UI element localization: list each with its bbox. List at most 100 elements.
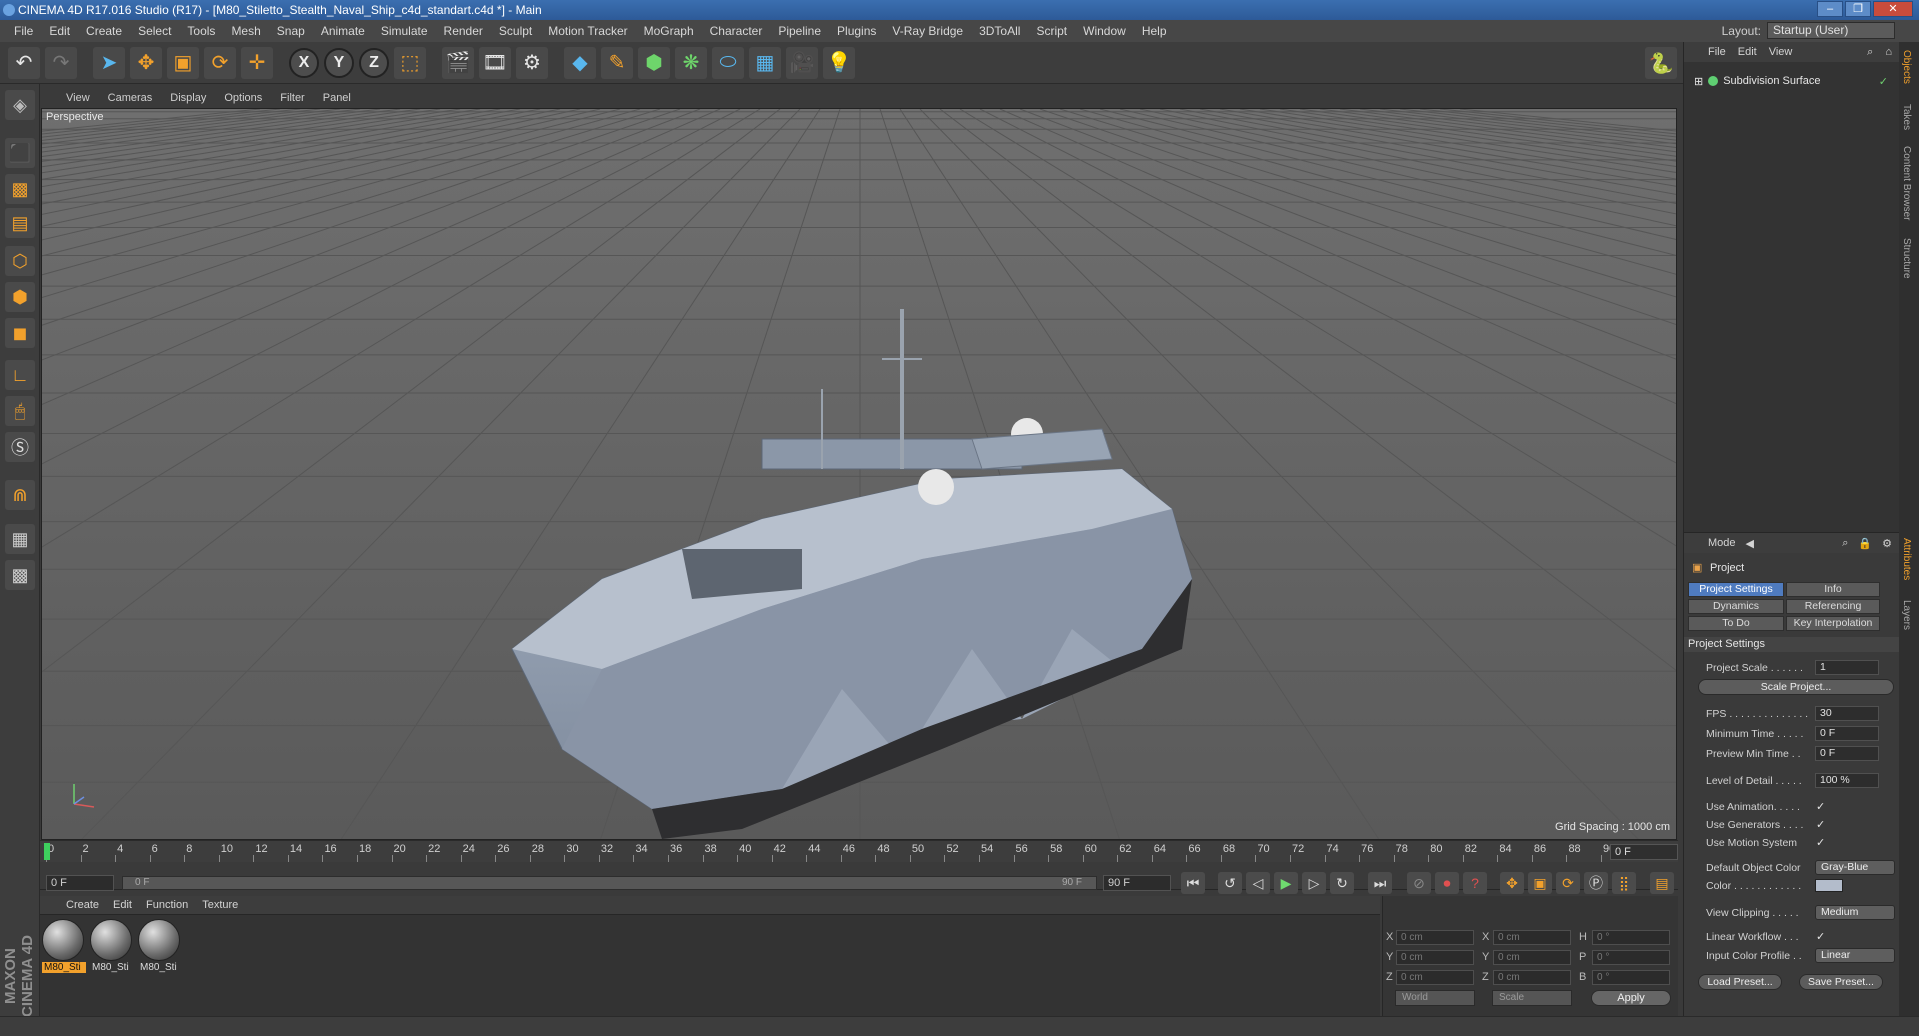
key-position-icon[interactable]: ✥: [1500, 872, 1524, 894]
pos-x-field[interactable]: 0 cm: [1396, 930, 1474, 945]
preview-range-slider[interactable]: 0 F 90 F: [122, 876, 1097, 890]
tab-to-do[interactable]: To Do: [1688, 616, 1784, 631]
obj-menu-edit[interactable]: Edit: [1738, 46, 1757, 58]
coordinate-space-dropdown[interactable]: World: [1395, 990, 1475, 1006]
search-icon[interactable]: ⌕: [1842, 537, 1848, 550]
light-icon[interactable]: 💡: [823, 46, 855, 79]
apply-button[interactable]: Apply: [1591, 990, 1671, 1006]
side-tab-objects[interactable]: Objects: [1901, 50, 1912, 84]
snap-icon[interactable]: Ⓢ: [5, 432, 35, 462]
make-editable-icon[interactable]: ◈: [5, 90, 35, 120]
size-y-field[interactable]: 0 cm: [1493, 950, 1571, 965]
menu-snap[interactable]: Snap: [269, 24, 313, 38]
coordinate-system-icon[interactable]: ⬚: [394, 46, 426, 79]
python-icon[interactable]: 🐍: [1645, 47, 1677, 79]
autokey-icon[interactable]: ?: [1463, 872, 1487, 894]
magnet-icon[interactable]: ⋒: [5, 480, 35, 510]
texture-mode-icon[interactable]: ▩: [5, 174, 35, 204]
object-row[interactable]: ⊞ Subdivision Surface ✓: [1684, 73, 1900, 89]
default-object-color-dropdown[interactable]: Gray-Blue: [1815, 860, 1895, 875]
color-swatch[interactable]: [1815, 879, 1843, 892]
menu-plugins[interactable]: Plugins: [829, 24, 884, 38]
close-button[interactable]: ✕: [1873, 1, 1913, 17]
timeline-ruler[interactable]: 0 2 4 6 8 10 12 14 16 18 20 22 24 26 28 30 32 34 36 38 40 42 4…: [40, 840, 1678, 862]
side-tab-content-browser[interactable]: Content Browser: [1901, 146, 1912, 220]
preview-min-time-field[interactable]: 0 F: [1815, 746, 1879, 761]
size-x-field[interactable]: 0 cm: [1493, 930, 1571, 945]
linear-workflow-checkbox[interactable]: ✓: [1816, 931, 1828, 943]
pen-spline-icon[interactable]: ✎: [601, 46, 633, 79]
tab-project-settings[interactable]: Project Settings: [1688, 582, 1784, 597]
rotate-icon[interactable]: ⟳: [204, 46, 236, 79]
menu-simulate[interactable]: Simulate: [373, 24, 436, 38]
use-animation-checkbox[interactable]: ✓: [1816, 801, 1828, 813]
side-tab-structure[interactable]: Structure: [1901, 238, 1912, 279]
render-picture-viewer-icon[interactable]: 🎞: [479, 46, 511, 79]
menu-sculpt[interactable]: Sculpt: [491, 24, 540, 38]
visibility-icon[interactable]: ✓: [1879, 75, 1888, 88]
tab-referencing[interactable]: Referencing: [1786, 599, 1880, 614]
key-parameter-icon[interactable]: Ⓟ: [1584, 872, 1608, 894]
scale-project-button[interactable]: Scale Project...: [1698, 679, 1894, 695]
expand-icon[interactable]: ⊞: [1694, 75, 1703, 88]
undo-icon[interactable]: ↶: [8, 46, 40, 79]
menu-tools[interactable]: Tools: [179, 24, 223, 38]
viewport-menu-display[interactable]: Display: [170, 92, 206, 104]
axis-mode-icon[interactable]: ∟: [5, 360, 35, 390]
back-arrow-icon[interactable]: ◀: [1746, 537, 1754, 550]
pos-y-field[interactable]: 0 cm: [1396, 950, 1474, 965]
motion-record-icon[interactable]: ⊘: [1407, 872, 1431, 894]
render-settings-icon[interactable]: ⚙: [516, 46, 548, 79]
tab-key-interpolation[interactable]: Key Interpolation: [1786, 616, 1880, 631]
menu-v-ray-bridge[interactable]: V-Ray Bridge: [884, 24, 971, 38]
goto-prev-key-icon[interactable]: ↺: [1218, 872, 1242, 894]
floor-icon[interactable]: ▦: [749, 46, 781, 79]
playhead[interactable]: [44, 843, 50, 860]
use-motion-system-checkbox[interactable]: ✓: [1816, 837, 1828, 849]
timeline-window-icon[interactable]: ▤: [1650, 872, 1674, 894]
menu-character[interactable]: Character: [702, 24, 771, 38]
menu-animate[interactable]: Animate: [313, 24, 373, 38]
material-swatch[interactable]: M80_Sti: [138, 919, 182, 975]
attr-menu-mode[interactable]: Mode: [1708, 537, 1736, 549]
menu-help[interactable]: Help: [1134, 24, 1175, 38]
menu-file[interactable]: File: [6, 24, 41, 38]
viewport-menu-view[interactable]: View: [66, 92, 90, 104]
scale-icon[interactable]: ▣: [167, 46, 199, 79]
material-menu-create[interactable]: Create: [66, 899, 99, 911]
move-icon[interactable]: ✥: [130, 46, 162, 79]
size-mode-dropdown[interactable]: Scale: [1492, 990, 1572, 1006]
polygons-mode-icon[interactable]: ◼: [5, 318, 35, 348]
menu-select[interactable]: Select: [130, 24, 179, 38]
play-icon[interactable]: ▶: [1274, 872, 1298, 894]
viewport-menu-options[interactable]: Options: [224, 92, 262, 104]
search-icon[interactable]: ⌕: [1867, 46, 1873, 59]
menu-motion-tracker[interactable]: Motion Tracker: [540, 24, 635, 38]
menu-render[interactable]: Render: [436, 24, 491, 38]
home-icon[interactable]: ⌂: [1885, 46, 1892, 58]
perspective-viewport[interactable]: Perspective Grid Spacing : 1000 cm: [41, 108, 1677, 840]
minimum-time-field[interactable]: 0 F: [1815, 726, 1879, 741]
start-frame-field[interactable]: 0 F: [46, 875, 114, 891]
key-pla-icon[interactable]: ⣿: [1612, 872, 1636, 894]
record-keys-icon[interactable]: ⏺: [1435, 872, 1459, 894]
menu-3dtoall[interactable]: 3DToAll: [971, 24, 1028, 38]
viewport-menu-panel[interactable]: Panel: [323, 92, 351, 104]
fps-field[interactable]: 30: [1815, 706, 1879, 721]
current-frame-field[interactable]: 0 F: [1610, 844, 1678, 860]
settings-icon[interactable]: ⚙: [1882, 537, 1892, 550]
obj-menu-file[interactable]: File: [1708, 46, 1726, 58]
y-axis-button[interactable]: Y: [324, 47, 354, 78]
camera-icon[interactable]: 🎥: [786, 46, 818, 79]
menu-pipeline[interactable]: Pipeline: [770, 24, 829, 38]
select-arrow-icon[interactable]: ➤: [93, 46, 125, 79]
goto-end-icon[interactable]: ⏭: [1368, 872, 1392, 894]
menu-mesh[interactable]: Mesh: [223, 24, 268, 38]
maximize-button[interactable]: ❐: [1845, 1, 1871, 17]
layout-dropdown[interactable]: Startup (User): [1767, 22, 1895, 39]
lock-workplane-icon[interactable]: ▦: [5, 524, 35, 554]
points-mode-icon[interactable]: ⬡: [5, 246, 35, 276]
rot-h-field[interactable]: 0 °: [1592, 930, 1670, 945]
goto-start-icon[interactable]: ⏮: [1181, 872, 1205, 894]
rot-b-field[interactable]: 0 °: [1592, 970, 1670, 985]
